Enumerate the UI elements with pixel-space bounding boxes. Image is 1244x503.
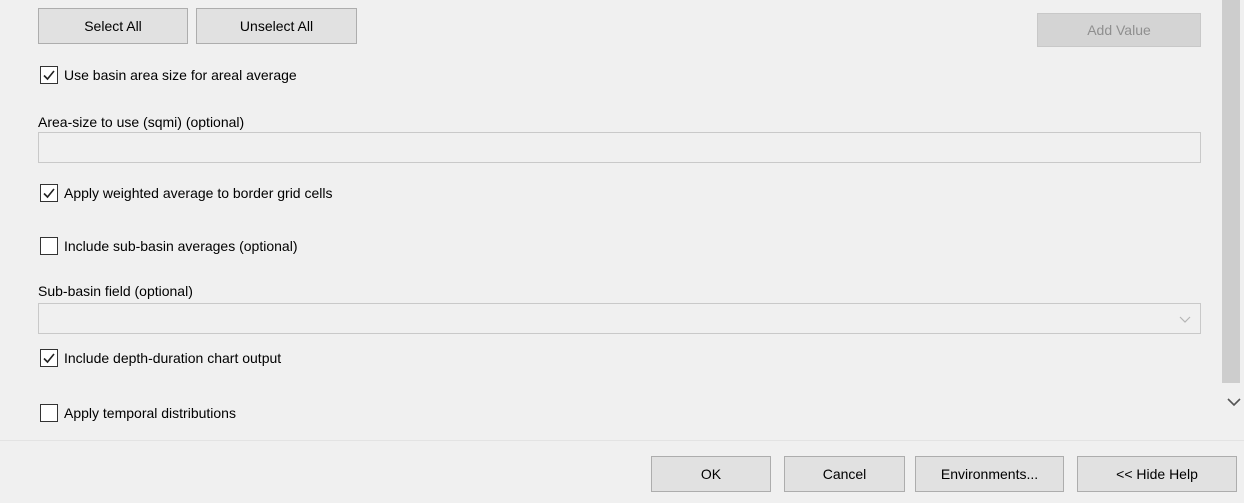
scrollbar-thumb[interactable] — [1222, 0, 1240, 383]
include-depth-duration-label: Include depth-duration chart output — [64, 350, 282, 366]
apply-weighted-average-checkbox[interactable] — [40, 184, 58, 202]
chevron-down-icon — [1179, 316, 1191, 323]
area-size-input[interactable] — [38, 132, 1201, 163]
use-basin-area-option[interactable]: Use basin area size for areal average — [40, 66, 297, 84]
ok-label: OK — [700, 466, 722, 482]
unselect-all-label: Unselect All — [239, 18, 314, 34]
add-value-label: Add Value — [1087, 22, 1151, 38]
include-sub-basin-checkbox[interactable] — [40, 237, 58, 255]
apply-temporal-checkbox[interactable] — [40, 404, 58, 422]
ok-button[interactable]: OK — [651, 456, 771, 492]
dialog-footer: OK Cancel Environments... << Hide Help — [0, 441, 1244, 503]
sub-basin-field-label: Sub-basin field (optional) — [38, 283, 193, 299]
apply-weighted-average-label: Apply weighted average to border grid ce… — [64, 185, 333, 201]
apply-temporal-label: Apply temporal distributions — [64, 405, 236, 421]
hide-help-button[interactable]: << Hide Help — [1077, 456, 1237, 492]
select-all-label: Select All — [84, 18, 142, 34]
scroll-down-icon[interactable] — [1226, 396, 1242, 408]
use-basin-area-label: Use basin area size for areal average — [64, 67, 297, 83]
select-all-button[interactable]: Select All — [38, 8, 188, 44]
check-icon — [43, 353, 55, 364]
check-icon — [43, 70, 55, 81]
include-depth-duration-checkbox[interactable] — [40, 349, 58, 367]
use-basin-area-checkbox[interactable] — [40, 66, 58, 84]
environments-label: Environments... — [940, 466, 1039, 482]
include-sub-basin-label: Include sub-basin averages (optional) — [64, 238, 298, 254]
sub-basin-field-select[interactable] — [38, 303, 1201, 334]
cancel-label: Cancel — [822, 466, 867, 482]
environments-button[interactable]: Environments... — [915, 456, 1064, 492]
add-value-button[interactable]: Add Value — [1037, 13, 1201, 47]
area-size-label: Area-size to use (sqmi) (optional) — [38, 114, 245, 130]
hide-help-label: << Hide Help — [1116, 466, 1198, 482]
cancel-button[interactable]: Cancel — [784, 456, 905, 492]
tool-parameters-panel: Select All Unselect All Add Value Use ba… — [0, 0, 1218, 440]
include-depth-duration-option[interactable]: Include depth-duration chart output — [40, 349, 281, 367]
check-icon — [43, 188, 55, 199]
include-sub-basin-option[interactable]: Include sub-basin averages (optional) — [40, 237, 297, 255]
unselect-all-button[interactable]: Unselect All — [196, 8, 357, 44]
apply-temporal-option[interactable]: Apply temporal distributions — [40, 404, 236, 422]
apply-weighted-average-option[interactable]: Apply weighted average to border grid ce… — [40, 184, 333, 202]
vertical-scrollbar[interactable] — [1218, 0, 1244, 440]
